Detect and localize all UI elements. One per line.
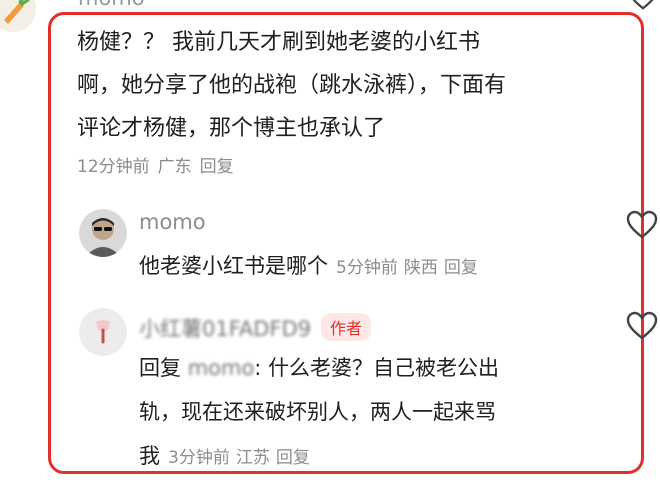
mention-colon: : [254, 356, 262, 380]
heart-icon[interactable] [626, 311, 658, 341]
reply-link[interactable]: 回复 [276, 448, 310, 468]
heart-icon[interactable] [628, 0, 658, 12]
main-comment-line: 评论才杨健，那个博主也承认了 [77, 116, 386, 141]
comment-location: 广东 [157, 157, 192, 177]
reply2-text-line1: 什么老婆？自己被老公出 [268, 356, 500, 380]
main-comment-meta: 12分钟前 广东 回复 [77, 152, 242, 177]
reply1-text: 他老婆小红书是哪个 [139, 254, 328, 278]
reply2-line: 我 3分钟前 江苏 回复 [139, 434, 589, 480]
reply2-text-line3: 我 [139, 444, 160, 468]
reply1-username[interactable]: momo [139, 210, 206, 234]
comment-time: 5分钟前 [336, 258, 398, 278]
reply2-line: 轨，现在还来破坏别人，两人一起来骂 [139, 400, 496, 424]
heart-icon[interactable] [626, 210, 658, 240]
main-comment-line: 杨健？？ 我前几天才刷到她老婆的小红书 [77, 30, 480, 55]
reply1-meta: 5分钟前 陕西 回复 [336, 258, 484, 278]
mention-username[interactable]: momo [188, 356, 255, 380]
reply-prefix: 回复 [139, 356, 181, 380]
reply-link[interactable]: 回复 [444, 258, 478, 278]
comment-time: 3分钟前 [168, 448, 230, 468]
comment-location: 陕西 [403, 258, 438, 278]
reply2-username[interactable]: 小红薯01FADFD9 [139, 317, 311, 341]
default-avatar-icon [79, 308, 127, 356]
avatar[interactable] [79, 209, 127, 257]
main-comment-text: 杨健？？ 我前几天才刷到她老婆的小红书 啊，她分享了他的战袍（跳水泳裤），下面有… [77, 21, 577, 150]
reply2-username-row: 小红薯01FADFD9 作者 [139, 313, 372, 343]
reply2-text: 回复 momo: 什么老婆？自己被老公出 轨，现在还来破坏别人，两人一起来骂 我… [139, 346, 589, 480]
reply2-meta: 3分钟前 江苏 回复 [168, 448, 316, 468]
avatar[interactable] [79, 308, 127, 356]
top-comment-username[interactable]: momo [78, 0, 145, 10]
avatar[interactable] [0, 0, 36, 32]
reply2-line: 回复 momo: 什么老婆？自己被老公出 [139, 346, 589, 390]
reply1-text-line: 他老婆小红书是哪个 5分钟前 陕西 回复 [139, 244, 484, 290]
reply-link[interactable]: 回复 [200, 157, 234, 177]
user-photo-avatar-icon [79, 209, 127, 257]
comment-time: 12分钟前 [77, 157, 150, 177]
author-badge: 作者 [321, 313, 372, 341]
carrot-avatar-icon [0, 0, 36, 32]
main-comment-line: 啊，她分享了他的战袍（跳水泳裤），下面有 [77, 73, 507, 98]
comment-location: 江苏 [235, 448, 270, 468]
